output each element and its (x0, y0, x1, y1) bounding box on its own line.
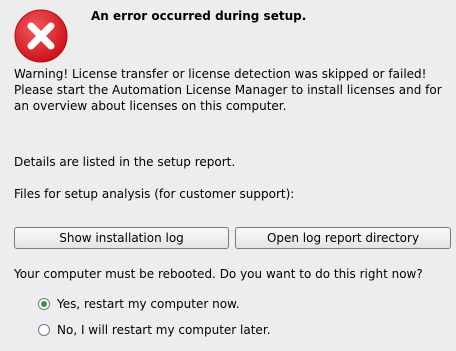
warning-message: Warning! License transfer or license det… (14, 67, 442, 113)
reboot-question: Your computer must be rebooted. Do you w… (14, 267, 423, 281)
restart-later-label: No, I will restart my computer later. (57, 323, 271, 337)
details-text: Details are listed in the setup report. (14, 155, 236, 169)
restart-now-radio[interactable] (38, 298, 50, 310)
error-headline: An error occurred during setup. (91, 9, 307, 23)
files-text: Files for setup analysis (for customer s… (14, 187, 295, 201)
restart-now-label: Yes, restart my computer now. (57, 297, 240, 311)
show-installation-log-button[interactable]: Show installation log (14, 227, 229, 249)
error-icon (14, 9, 68, 63)
open-log-directory-button[interactable]: Open log report directory (235, 227, 451, 249)
restart-later-option[interactable]: No, I will restart my computer later. (38, 323, 270, 337)
restart-now-option[interactable]: Yes, restart my computer now. (38, 297, 240, 311)
restart-later-radio[interactable] (38, 324, 50, 336)
